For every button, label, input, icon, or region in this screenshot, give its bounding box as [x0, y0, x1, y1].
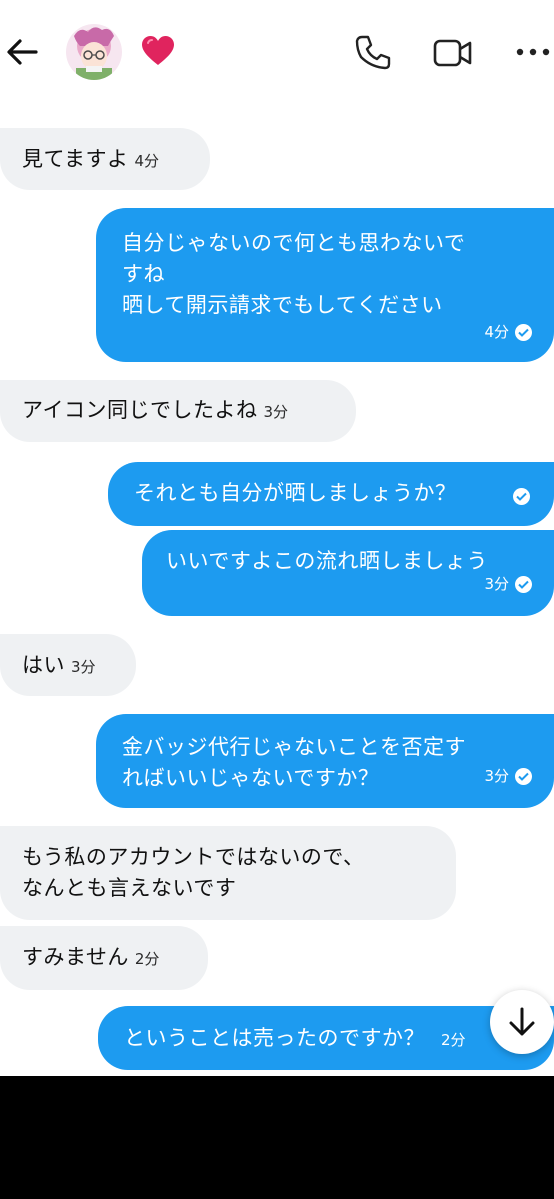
message-text: ということは売ったのですか？: [124, 1026, 425, 1050]
message-time: 3分: [263, 403, 288, 421]
heart-icon: [140, 34, 176, 68]
message-text: もう私のアカウントではないので、 なんとも言えないです: [22, 845, 365, 900]
message-meta: 4分: [484, 317, 532, 348]
message-text: 見てますよ: [22, 147, 129, 171]
message-bubble-incoming[interactable]: はい 3分: [0, 634, 136, 696]
back-button[interactable]: [2, 30, 42, 74]
message-time: 3分: [484, 767, 509, 785]
arrow-left-icon: [7, 39, 38, 65]
scroll-to-bottom-button[interactable]: [490, 990, 554, 1054]
message-text: はい: [22, 653, 65, 677]
avatar[interactable]: [66, 24, 122, 80]
message-bubble-incoming[interactable]: 見てますよ 4分: [0, 128, 210, 190]
read-check-icon: [515, 324, 532, 341]
message-meta: 3分: [484, 569, 532, 600]
more-dots-icon: [516, 48, 550, 56]
message-text: アイコン同じでしたよね: [22, 398, 258, 422]
message-time: 2分: [441, 1031, 466, 1049]
message-time: 4分: [134, 152, 159, 170]
avatar-image: [66, 24, 122, 80]
message-bubble-incoming[interactable]: すみません 2分: [0, 926, 208, 990]
message-bubble-outgoing[interactable]: 自分じゃないので何とも思わないで すね 晒して開示請求でもしてください 4分: [96, 208, 554, 362]
message-bubble-incoming[interactable]: アイコン同じでしたよね 3分: [0, 380, 356, 442]
message-time: 2分: [134, 950, 160, 968]
message-bubble-incoming[interactable]: もう私のアカウントではないので、 なんとも言えないです: [0, 826, 456, 920]
arrow-down-icon: [509, 1007, 535, 1036]
read-check-icon: [515, 576, 532, 593]
message-time: 3分: [484, 575, 509, 593]
message-bubble-outgoing[interactable]: いいですよこの流れ晒しましょう 3分: [142, 530, 554, 616]
message-text: 自分じゃないので何とも思わないで すね 晒して開示請求でもしてください: [122, 231, 466, 317]
read-check-icon: [515, 768, 532, 785]
read-check-icon: [513, 488, 530, 505]
more-options-button[interactable]: [512, 44, 554, 60]
chat-screen: 見てますよ 4分 自分じゃないので何とも思わないで すね 晒して開示請求でもしてく…: [0, 0, 554, 1076]
message-meta: 3分: [484, 761, 532, 792]
call-button[interactable]: [352, 32, 394, 74]
message-time: 4分: [484, 323, 509, 341]
message-text: すみません: [22, 945, 129, 969]
message-time: 3分: [71, 658, 96, 676]
video-call-button[interactable]: [432, 34, 474, 72]
phone-icon: [355, 35, 391, 70]
message-text: それとも自分が晒しましょうか？: [134, 481, 457, 505]
chat-header: [0, 0, 554, 110]
bottom-black-bar: [0, 1076, 554, 1199]
message-bubble-outgoing[interactable]: ということは売ったのですか？ 2分: [98, 1006, 554, 1070]
video-camera-icon: [433, 39, 472, 67]
message-bubble-outgoing[interactable]: それとも自分が晒しましょうか？: [108, 462, 554, 526]
message-bubble-outgoing[interactable]: 金バッジ代行じゃないことを否定す ればいいじゃないですか？ 3分: [96, 714, 554, 808]
